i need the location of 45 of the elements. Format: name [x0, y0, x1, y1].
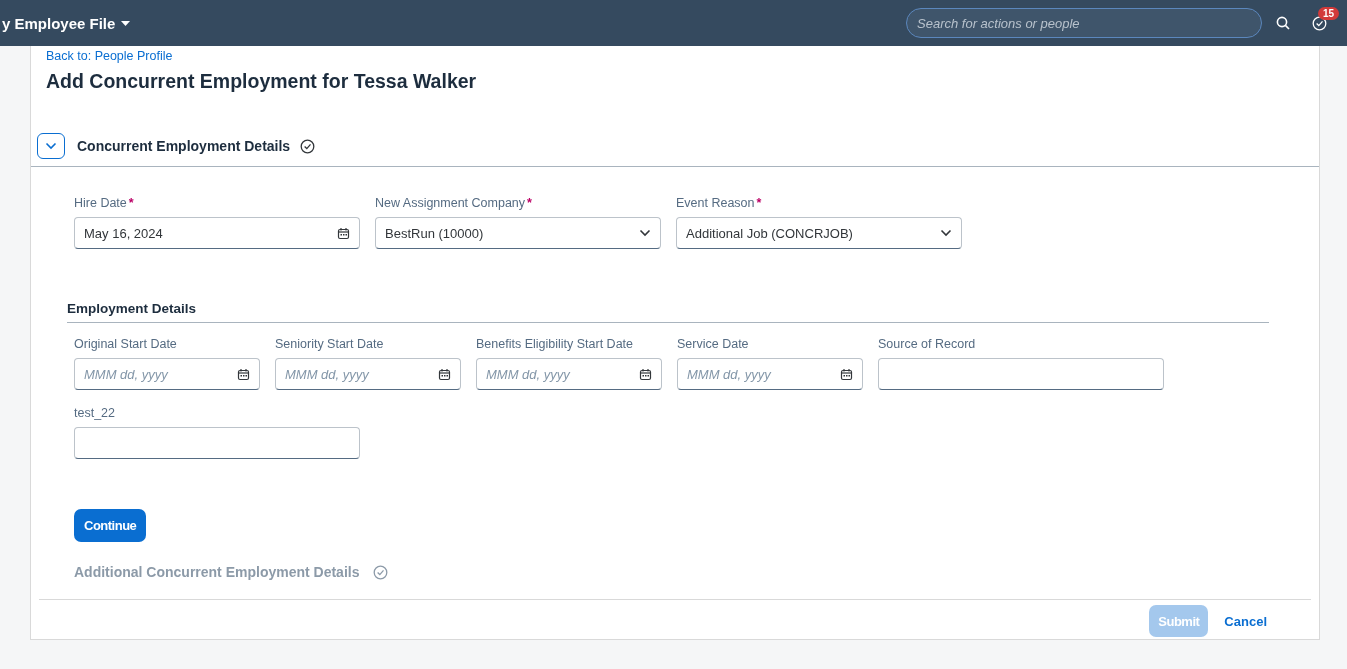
- section-title: Concurrent Employment Details: [77, 138, 291, 154]
- collapse-toggle[interactable]: [37, 133, 65, 159]
- search-field[interactable]: Search for actions or people: [906, 8, 1262, 38]
- field-label: Service Date: [677, 337, 749, 351]
- field-label: Source of Record: [878, 337, 976, 351]
- input-field[interactable]: [878, 358, 1164, 390]
- chevron-down-icon: [639, 229, 651, 237]
- field-label: New Assignment Company: [375, 196, 526, 210]
- chevron-down-icon: [45, 142, 57, 150]
- field-label: Seniority Start Date: [275, 337, 384, 351]
- subsection-title: Employment Details: [67, 301, 1269, 323]
- section-title: Additional Concurrent Employment Details: [74, 564, 360, 580]
- caret-icon: [121, 20, 131, 26]
- required-marker: *: [756, 196, 762, 210]
- app-menu-title[interactable]: y Employee File: [2, 14, 131, 32]
- date-field[interactable]: MMM dd, yyyy: [74, 358, 260, 390]
- chevron-down-icon: [940, 229, 952, 237]
- continue-button[interactable]: Continue: [74, 509, 147, 542]
- search-icon[interactable]: [1276, 16, 1290, 30]
- calendar-icon[interactable]: [337, 226, 350, 240]
- select-field[interactable]: Additional Job (CONCRJOB): [676, 217, 962, 249]
- calendar-icon[interactable]: [840, 367, 853, 381]
- calendar-icon[interactable]: [639, 367, 652, 381]
- select-field[interactable]: BestRun (10000): [375, 217, 661, 249]
- calendar-icon[interactable]: [237, 367, 250, 381]
- field-label: Event Reason: [676, 196, 755, 210]
- date-field[interactable]: MMM dd, yyyy: [476, 358, 662, 390]
- date-field[interactable]: May 16, 2024: [74, 217, 360, 249]
- cancel-link[interactable]: Cancel: [1224, 613, 1267, 629]
- input-field[interactable]: [74, 427, 360, 459]
- check-circle-icon: [373, 564, 389, 580]
- required-marker: *: [527, 196, 532, 210]
- date-field[interactable]: MMM dd, yyyy: [677, 358, 863, 390]
- field-label: test_22: [74, 406, 115, 420]
- check-circle-icon: [300, 138, 316, 154]
- date-field[interactable]: MMM dd, yyyy: [275, 358, 461, 390]
- required-marker: *: [128, 196, 134, 210]
- field-label: Hire Date: [74, 196, 127, 210]
- page-title: Add Concurrent Employment for Tessa Walker: [46, 70, 478, 93]
- back-link[interactable]: Back to: People Profile: [46, 49, 173, 63]
- notification-badge: 15: [1318, 6, 1340, 20]
- field-label: Original Start Date: [74, 337, 177, 351]
- field-label: Benefits Eligibility Start Date: [476, 337, 633, 351]
- check-circle-icon: [1312, 15, 1327, 31]
- calendar-icon[interactable]: [438, 367, 451, 381]
